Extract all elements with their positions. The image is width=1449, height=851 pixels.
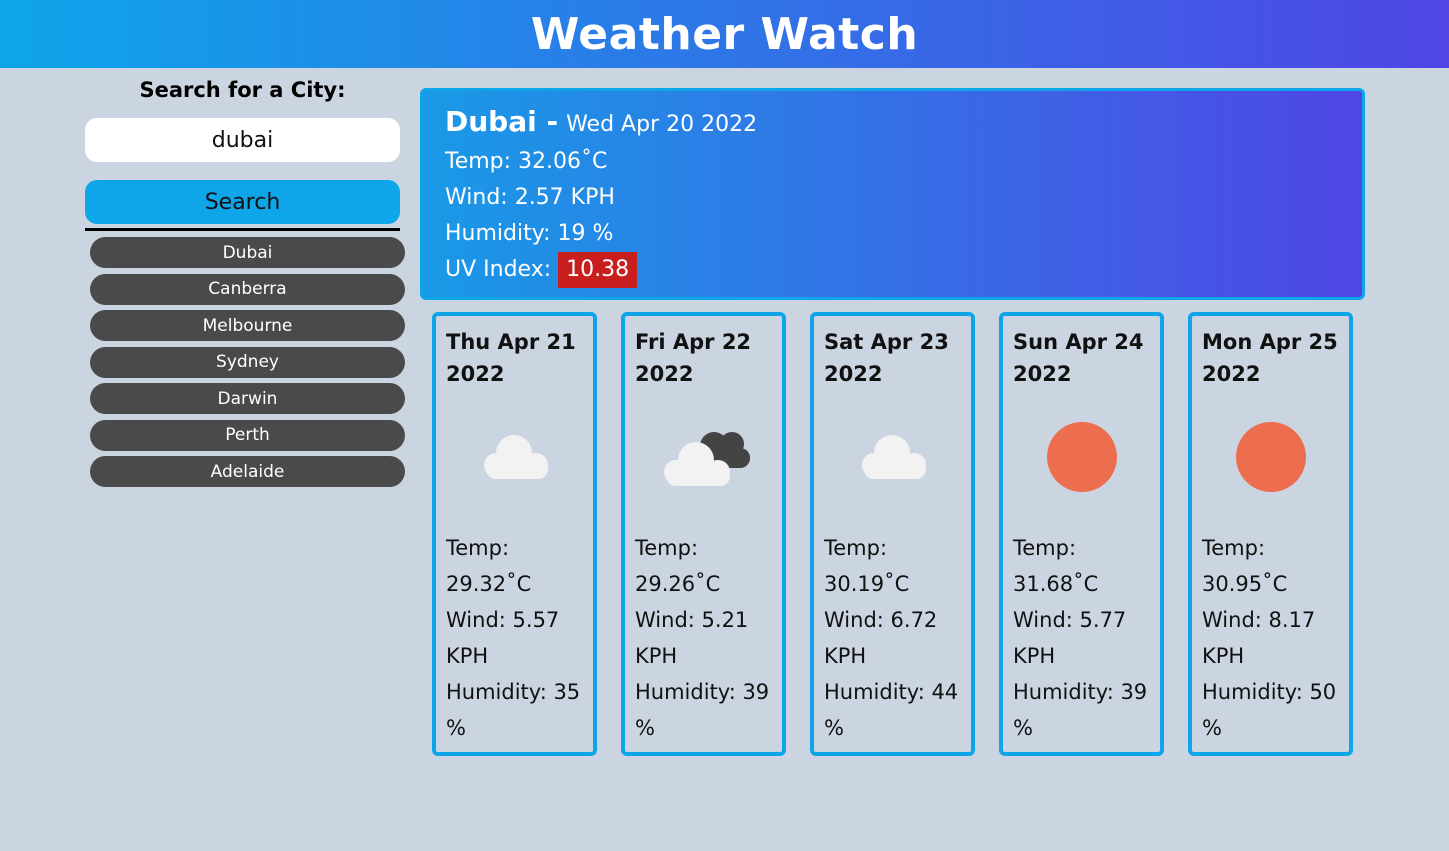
current-city-line: Dubai - Wed Apr 20 2022 <box>445 105 1340 138</box>
current-date: Wed Apr 20 2022 <box>566 112 758 137</box>
forecast-wind: Wind: 6.72 KPH <box>824 608 938 668</box>
current-city-name: Dubai - <box>445 105 559 138</box>
current-weather-panel: Dubai - Wed Apr 20 2022 Temp: 32.06˚C Wi… <box>420 88 1365 300</box>
city-search-input[interactable] <box>85 118 400 162</box>
current-uv-row: UV Index: 10.38 <box>445 252 1340 288</box>
forecast-temp: Temp: 29.32˚C <box>446 536 532 596</box>
forecast-card: Thu Apr 21 2022 Temp: 29.32˚C Wind: 5.57… <box>432 312 597 756</box>
forecast-wind: Wind: 5.57 KPH <box>446 608 560 668</box>
forecast-date: Fri Apr 22 2022 <box>635 330 752 386</box>
sidebar-divider <box>85 228 400 231</box>
current-temp: Temp: 32.06˚C <box>445 149 608 174</box>
history-item-canberra[interactable]: Canberra <box>90 273 405 305</box>
forecast-card: Fri Apr 22 2022 Temp: 29.26˚C Wind: 5.21… <box>621 312 786 756</box>
sun-icon <box>1202 398 1339 516</box>
forecast-temp: Temp: 30.19˚C <box>824 536 910 596</box>
uv-index-badge: 10.38 <box>558 252 638 288</box>
forecast-date: Thu Apr 21 2022 <box>446 330 576 386</box>
forecast-card: Mon Apr 25 2022 Temp: 30.95˚C Wind: 8.17… <box>1188 312 1353 756</box>
cloud-icon <box>446 398 583 516</box>
forecast-wind: Wind: 5.77 KPH <box>1013 608 1127 668</box>
history-item-dubai[interactable]: Dubai <box>90 237 405 268</box>
forecast-card: Sat Apr 23 2022 Temp: 30.19˚C Wind: 6.72… <box>810 312 975 756</box>
uv-label: UV Index: <box>445 257 552 282</box>
broken-clouds-icon <box>635 398 772 516</box>
five-day-forecast: Thu Apr 21 2022 Temp: 29.32˚C Wind: 5.57… <box>432 312 1362 756</box>
forecast-wind: Wind: 5.21 KPH <box>635 608 749 668</box>
search-sidebar: Search for a City: Search Dubai Canberra… <box>85 78 405 493</box>
forecast-date: Mon Apr 25 2022 <box>1202 330 1338 386</box>
forecast-date: Sat Apr 23 2022 <box>824 330 949 386</box>
forecast-humidity: Humidity: 44 % <box>824 680 959 740</box>
app-title: Weather Watch <box>530 8 919 60</box>
forecast-temp: Temp: 29.26˚C <box>635 536 721 596</box>
forecast-date: Sun Apr 24 2022 <box>1013 330 1144 386</box>
history-item-perth[interactable]: Perth <box>90 419 405 451</box>
forecast-temp: Temp: 30.95˚C <box>1202 536 1288 596</box>
current-wind: Wind: 2.57 KPH <box>445 185 615 210</box>
forecast-humidity: Humidity: 39 % <box>635 680 770 740</box>
current-humidity: Humidity: 19 % <box>445 221 614 246</box>
history-item-darwin[interactable]: Darwin <box>90 383 405 414</box>
search-title: Search for a City: <box>139 78 346 102</box>
forecast-humidity: Humidity: 39 % <box>1013 680 1148 740</box>
forecast-humidity: Humidity: 50 % <box>1202 680 1337 740</box>
forecast-wind: Wind: 8.17 KPH <box>1202 608 1316 668</box>
cloud-icon <box>824 398 961 516</box>
history-item-adelaide[interactable]: Adelaide <box>90 456 405 487</box>
sun-icon <box>1013 398 1150 516</box>
search-button[interactable]: Search <box>85 180 400 224</box>
app-header: Weather Watch <box>0 0 1449 68</box>
history-item-sydney[interactable]: Sydney <box>90 346 405 378</box>
history-item-melbourne[interactable]: Melbourne <box>90 310 405 341</box>
forecast-card: Sun Apr 24 2022 Temp: 31.68˚C Wind: 5.77… <box>999 312 1164 756</box>
forecast-humidity: Humidity: 35 % <box>446 680 581 740</box>
search-history-list: Dubai Canberra Melbourne Sydney Darwin P… <box>85 237 405 487</box>
forecast-temp: Temp: 31.68˚C <box>1013 536 1099 596</box>
